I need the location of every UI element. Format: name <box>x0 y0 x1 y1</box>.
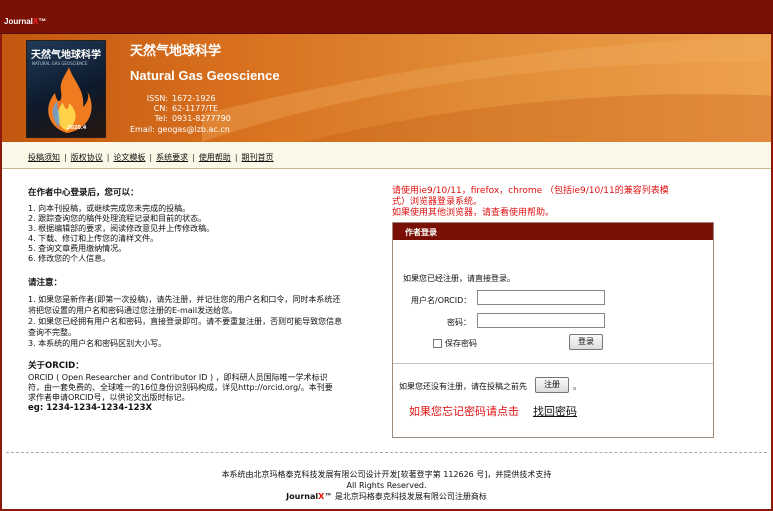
cn-value: 62-1177/TE <box>172 104 219 113</box>
journal-title-cn: 天然气地球科学 <box>130 44 222 59</box>
notice-line: 3. 本系统的用户名和密码区别大小写。 <box>28 339 167 348</box>
remember-password-label: 保存密码 <box>445 339 477 348</box>
nav-system-requirements[interactable]: 系统要求 <box>156 153 188 162</box>
forgot-password-link[interactable]: 找回密码 <box>533 403 577 419</box>
journal-meta: ISSN: 1672-1926 CN: 62-1177/TE Tel: 0931-82… <box>132 94 231 124</box>
register-prompt: 如果您还没有注册，请在投稿之前先 <box>399 382 527 391</box>
list-item: 2. 跟踪查询您的稿件处理流程记录和目前的状态。 <box>28 214 207 223</box>
intro-heading: 在作者中心登录后，您可以： <box>28 188 139 198</box>
browser-notice-line: 如果使用其他浏览器，请查看使用帮助。 <box>392 208 555 218</box>
footer-trademark-text: 是北京玛格泰克科技发展有限公司注册商标 <box>332 492 487 501</box>
journal-email: Email: geogas@lzb.ac.cn <box>130 125 230 134</box>
browser-notice: 请使用ie9/10/11，firefox，chrome （包括ie9/10/11… <box>392 186 722 219</box>
footer: 本系统由北京玛格泰克科技发展有限公司设计开发[软著登字第 112626 号]，并… <box>0 469 773 502</box>
nav-submission-guide[interactable]: 投稿须知 <box>28 153 60 162</box>
orcid-example: eg: 1234-1234-1234-123X <box>28 403 153 413</box>
list-item: 4. 下载、修订和上传您的清样文件。 <box>28 234 159 243</box>
journal-title-en: Natural Gas Geoscience <box>130 68 280 83</box>
cn-label: CN: <box>153 104 168 113</box>
login-header: 作者登录 <box>393 223 713 240</box>
orcid-line: 符，由一套免费的、全球唯一的16位身份识别码构成，详见http://orcid.… <box>28 383 333 392</box>
footer-divider <box>6 452 767 453</box>
email-value: geogas@lzb.ac.cn <box>157 125 230 134</box>
nav-copyright-agreement[interactable]: 版权协议 <box>71 153 103 162</box>
nav-paper-template[interactable]: 论文模板 <box>113 153 145 162</box>
browser-notice-line: 式）浏览器登录系统。 <box>392 197 483 207</box>
list-item: 3. 根据编辑部的要求，阅读修改意见并上传修改稿。 <box>28 224 215 233</box>
list-item: 6. 修改您的个人信息。 <box>28 254 111 263</box>
notice-line: 查询不完整。 <box>28 328 76 337</box>
footer-line-1: 本系统由北京玛格泰克科技发展有限公司设计开发[软著登字第 112626 号]，并… <box>221 470 552 479</box>
password-label: 密码： <box>447 318 471 327</box>
nav-sep: | <box>192 153 195 162</box>
footer-line-2: All Rights Reserved. <box>346 481 427 490</box>
nav-journal-home[interactable]: 期刊首页 <box>242 153 274 162</box>
username-input[interactable] <box>477 290 605 305</box>
notice-section: 请注意： 1. 如果您是新作者(即第一次投稿)，请先注册，并记住您的用户名和口令… <box>28 276 368 349</box>
list-item: 1. 向本刊投稿，或继续完成您未完成的投稿。 <box>28 204 191 213</box>
login-button[interactable]: 登录 <box>569 334 603 350</box>
email-label: Email: <box>130 125 155 134</box>
tel-value: 0931-8277790 <box>172 114 231 123</box>
login-divider <box>393 363 713 364</box>
username-label: 用户名/ORCID： <box>411 296 472 305</box>
cover-subtitle: NATURAL GAS GEOSCIENCE <box>32 61 88 66</box>
journal-cover-image: 天然气地球科学 NATURAL GAS GEOSCIENCE 2020.4 <box>26 40 106 138</box>
flame-icon <box>48 67 92 133</box>
journal-banner: 天然气地球科学 NATURAL GAS GEOSCIENCE 2020.4 天然… <box>2 34 771 142</box>
login-hint: 如果您已经注册，请直接登录。 <box>403 274 515 283</box>
remember-password[interactable]: 保存密码 <box>433 338 477 349</box>
forgot-password-text: 如果您忘记密码请点击 <box>409 405 519 418</box>
notice-heading: 请注意： <box>28 278 63 288</box>
register-suffix: 。 <box>573 382 581 391</box>
orcid-line: 求作者申请ORCID号，以供论文出版时标记。 <box>28 393 190 402</box>
footer-line-3: JournalX™ 是北京玛格泰克科技发展有限公司注册商标 <box>0 491 773 502</box>
password-input[interactable] <box>477 313 605 328</box>
orcid-section: 关于ORCID： ORCID ( Open Researcher and Con… <box>28 359 368 413</box>
nav-help[interactable]: 使用帮助 <box>199 153 231 162</box>
orcid-heading: 关于ORCID： <box>28 361 84 371</box>
info-panel: 在作者中心登录后，您可以： 1. 向本刊投稿，或继续完成您未完成的投稿。 2. … <box>28 186 368 413</box>
nav-sep: | <box>149 153 153 162</box>
footer-brand: Journal <box>286 492 319 501</box>
register-button[interactable]: 注册 <box>535 377 569 393</box>
intro-list: 1. 向本刊投稿，或继续完成您未完成的投稿。 2. 跟踪查询您的稿件处理流程记录… <box>28 204 368 264</box>
remember-password-checkbox[interactable] <box>433 339 442 348</box>
brand-logo: JournalX™ <box>4 17 47 26</box>
nav-sep: | <box>106 153 110 162</box>
tel-label: Tel: <box>154 114 168 123</box>
notice-line: 2. 如果您已经拥有用户名和密码，直接登录即可。请不要重复注册，否则可能导致您信… <box>28 317 343 326</box>
cover-year: 2020.4 <box>67 125 87 131</box>
orcid-line: ORCID ( Open Researcher and Contributor … <box>28 373 328 382</box>
top-nav: 投稿须知 | 版权协议 | 论文模板 | 系统要求 | 使用帮助 | 期刊首页 <box>2 142 771 169</box>
cover-title: 天然气地球科学 <box>31 50 101 61</box>
notice-line: 将把您设置的用户名和密码通过您注册的E-mail发送给您。 <box>28 306 238 315</box>
notice-line: 1. 如果您是新作者(即第一次投稿)，请先注册，并记住您的用户名和口令，同时本系… <box>28 295 341 304</box>
login-panel: 作者登录 如果您已经注册，请直接登录。 用户名/ORCID： 密码： 保存密码 … <box>392 222 714 438</box>
issn-label: ISSN: <box>146 94 168 103</box>
issn-value: 1672-1926 <box>172 94 216 103</box>
browser-notice-line: 请使用ie9/10/11，firefox，chrome （包括ie9/10/11… <box>392 186 669 196</box>
top-bar: JournalX™ <box>0 0 773 34</box>
banner-swoosh-decoration <box>202 36 771 142</box>
nav-sep: | <box>234 153 238 162</box>
list-item: 5. 查询文章费用缴纳情况。 <box>28 244 127 253</box>
nav-sep: | <box>64 153 67 162</box>
